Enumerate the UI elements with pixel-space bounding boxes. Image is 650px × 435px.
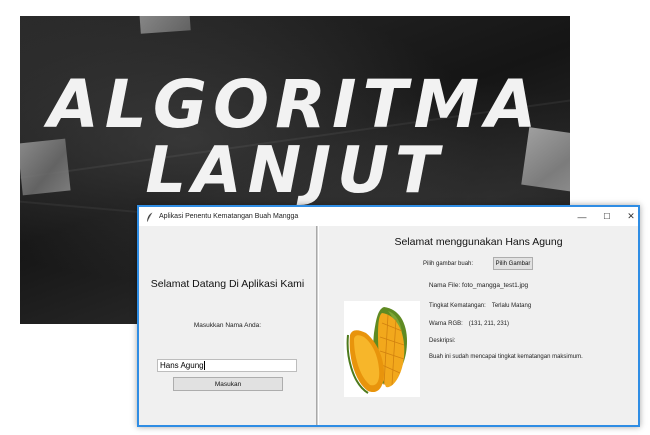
close-button[interactable]: ✕ (619, 207, 643, 226)
description-text: Buah ini sudah mencapai tingkat kematang… (429, 354, 583, 360)
name-input[interactable]: Hans Agung (157, 359, 297, 372)
app-window: Aplikasi Penentu Kematangan Buah Mangga … (137, 205, 640, 427)
rgb-value: (131, 211, 231) (468, 321, 510, 327)
minimize-icon: — (577, 211, 587, 222)
maximize-icon: ☐ (603, 212, 611, 221)
name-label: Masukkan Nama Anda: (193, 322, 262, 329)
tape-piece (139, 16, 191, 34)
poster-title-line2: LANJUT (145, 134, 445, 208)
right-panel: Selamat menggunakan Hans Agung Pilih gam… (319, 226, 638, 425)
welcome-heading: Selamat Datang Di Aplikasi Kami (150, 278, 305, 290)
poster-title-line1: ALGORITMA (47, 66, 543, 143)
text-caret (203, 361, 205, 371)
minimize-button[interactable]: — (570, 207, 594, 226)
choose-image-button[interactable]: Pilih Gambar (493, 257, 533, 270)
close-icon: ✕ (627, 211, 635, 221)
choose-image-label: Pilih gambar buah: (423, 261, 474, 267)
ripeness-value: Terlalu Matang (491, 303, 532, 309)
user-greeting: Selamat menggunakan Hans Agung (394, 236, 563, 248)
maximize-button[interactable]: ☐ (595, 207, 619, 226)
description-label: Deskripsi: (429, 338, 456, 344)
left-panel: Selamat Datang Di Aplikasi Kami Masukkan… (139, 226, 316, 425)
ripeness-label: Tingkat Kematangan: (429, 303, 486, 309)
rgb-row: Warna RGB: (131, 211, 231) (429, 321, 509, 327)
rgb-label: Warna RGB: (429, 321, 463, 327)
mango-image (344, 301, 420, 397)
feather-icon (145, 212, 155, 222)
title-bar[interactable]: Aplikasi Penentu Kematangan Buah Mangga … (139, 207, 638, 226)
file-name-label: Nama File: foto_mangga_test1.jpg (428, 282, 529, 289)
submit-button[interactable]: Masukan (173, 377, 283, 391)
name-input-value: Hans Agung (160, 361, 204, 370)
window-title: Aplikasi Penentu Kematangan Buah Mangga (159, 213, 299, 220)
ripeness-row: Tingkat Kematangan: Terlalu Matang (429, 303, 531, 309)
